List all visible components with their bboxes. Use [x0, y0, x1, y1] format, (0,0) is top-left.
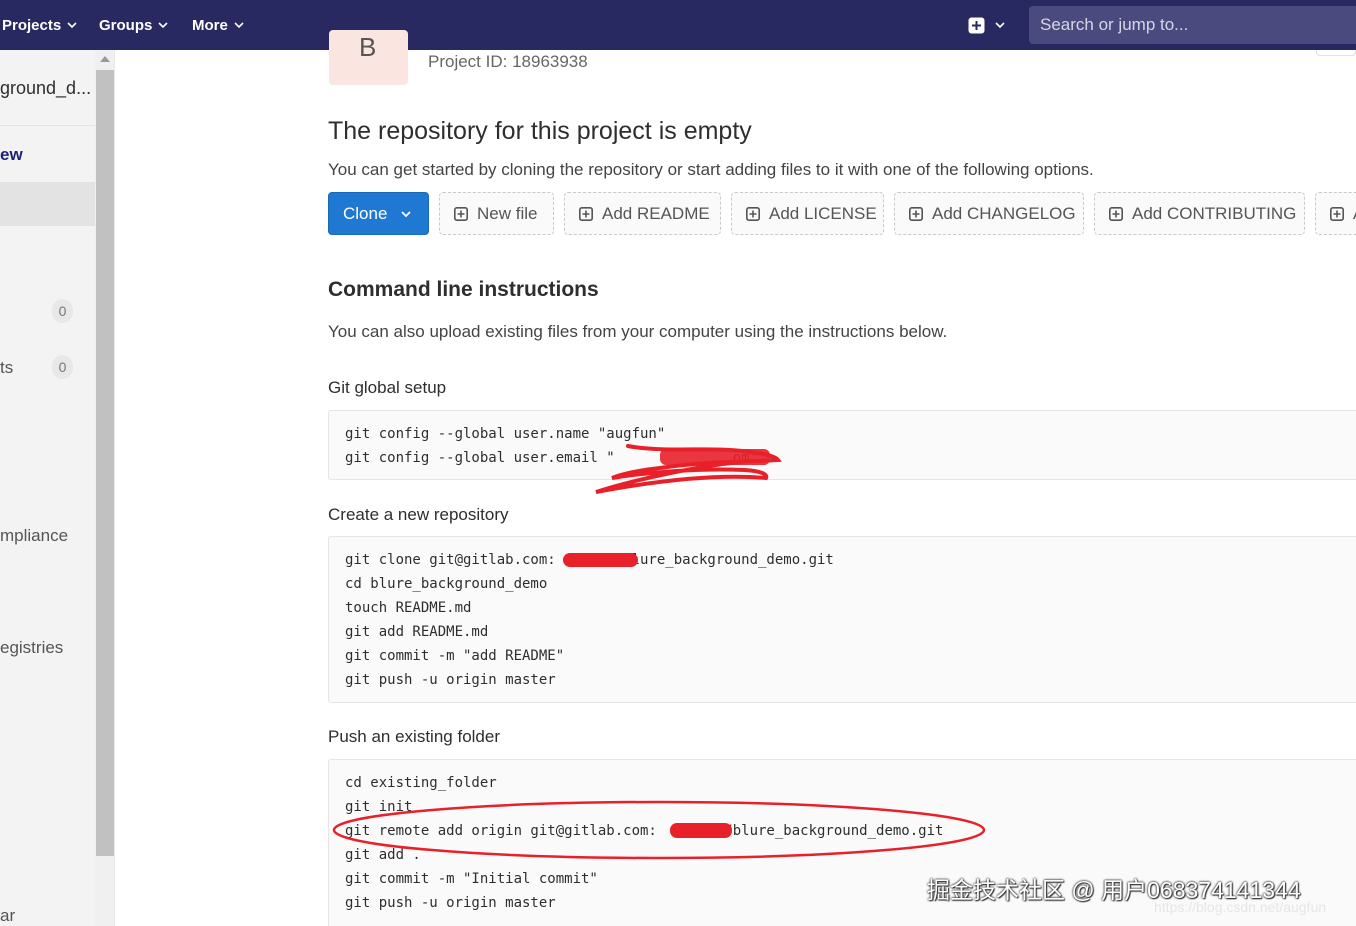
search-input[interactable] — [1029, 6, 1356, 44]
sidebar-collapse-toggle[interactable]: ar — [0, 906, 15, 926]
sidebar-item-registries[interactable]: egistries — [0, 638, 63, 658]
push-existing-title: Push an existing folder — [328, 727, 500, 747]
code-line: git config --global user.name "augfun" — [345, 426, 666, 442]
code-line: git remote add origin git@gitlab.com: u/… — [345, 823, 944, 839]
header-action-button[interactable] — [1316, 50, 1356, 56]
create-repo-title: Create a new repository — [328, 505, 508, 525]
watermark-url: https://blog.csdn.net/augfun — [1154, 899, 1327, 915]
top-navbar: Projects Groups More — [0, 0, 1356, 50]
code-line: git add README.md — [345, 624, 489, 640]
empty-repo-subtitle: You can get started by cloning the repos… — [328, 160, 1094, 179]
plus-square-icon — [909, 206, 923, 221]
plus-square-icon — [746, 206, 760, 221]
add-contributing-label: Add CONTRIBUTING — [1132, 203, 1297, 223]
nav-groups-label: Groups — [99, 16, 153, 34]
code-line: git config --global user.email " om" — [345, 450, 759, 466]
add-more-button[interactable]: A — [1315, 192, 1356, 235]
add-changelog-button[interactable]: Add CHANGELOG — [894, 192, 1084, 235]
nav-more-dropdown[interactable]: More — [192, 0, 244, 50]
clone-button[interactable]: Clone — [328, 192, 429, 235]
project-avatar-letter: B — [359, 32, 377, 62]
git-global-setup-code[interactable]: git config --global user.name "augfun" gi… — [328, 410, 1356, 480]
code-line: git push -u origin master — [345, 672, 556, 688]
scroll-up-arrow-icon[interactable] — [100, 56, 110, 62]
plus-square-icon — [968, 17, 985, 33]
code-line: git clone git@gitlab.com: /blure_backgro… — [345, 552, 834, 568]
scrollbar-thumb[interactable] — [96, 70, 114, 856]
plus-square-icon — [579, 206, 593, 221]
empty-repo-title: The repository for this project is empty — [328, 117, 752, 145]
code-line: git add . — [345, 847, 421, 863]
create-repo-code[interactable]: git clone git@gitlab.com: /blure_backgro… — [328, 536, 1356, 703]
chevron-down-icon — [234, 22, 244, 29]
nav-groups-dropdown[interactable]: Groups — [99, 0, 168, 50]
chevron-down-icon — [995, 22, 1005, 29]
project-sidebar: ground_d... ew 0 ts 0 mpliance egistries… — [0, 50, 95, 926]
new-file-button[interactable]: New file — [439, 192, 554, 235]
sidebar-scrollbar[interactable] — [95, 50, 115, 926]
push-existing-label: Push an existing folder — [328, 727, 500, 746]
add-license-button[interactable]: Add LICENSE — [731, 192, 884, 235]
create-repo-label: Create a new repository — [328, 505, 509, 524]
code-line: cd existing_folder — [345, 775, 497, 791]
clone-button-label: Clone — [343, 203, 388, 223]
sidebar-item-active[interactable] — [0, 182, 95, 226]
add-contributing-button[interactable]: Add CONTRIBUTING — [1094, 192, 1305, 235]
nav-projects-label: Projects — [2, 16, 62, 34]
add-readme-label: Add README — [602, 203, 710, 223]
sidebar-item-count-badge: 0 — [52, 299, 73, 323]
sidebar-item-overview[interactable]: ew — [0, 145, 23, 165]
plus-square-icon — [1109, 206, 1123, 221]
add-changelog-label: Add CHANGELOG — [932, 203, 1076, 223]
code-line: git init — [345, 799, 413, 815]
plus-square-icon — [1330, 206, 1344, 221]
chevron-down-icon — [401, 210, 412, 217]
project-avatar: B — [329, 30, 408, 85]
nav-projects-dropdown[interactable]: Projects — [2, 0, 77, 50]
sidebar-item-compliance[interactable]: mpliance — [0, 526, 68, 546]
sidebar-item-label[interactable]: ts — [0, 358, 13, 378]
chevron-down-icon — [67, 22, 77, 29]
new-dropdown-button[interactable] — [968, 14, 1005, 36]
code-line: touch README.md — [345, 600, 472, 616]
chevron-down-icon — [158, 22, 168, 29]
sidebar-project-name[interactable]: ground_d... — [0, 78, 91, 99]
cli-subtitle: You can also upload existing files from … — [328, 322, 948, 341]
plus-square-icon — [454, 206, 468, 221]
nav-more-label: More — [192, 16, 228, 34]
add-readme-button[interactable]: Add README — [564, 192, 721, 235]
cli-title: Command line instructions — [328, 278, 599, 301]
sidebar-item-count-badge: 0 — [52, 355, 73, 379]
project-id: Project ID: 18963938 — [428, 52, 588, 71]
git-global-setup-title: Git global setup — [328, 378, 446, 398]
code-line: cd blure_background_demo — [345, 576, 548, 592]
add-license-label: Add LICENSE — [769, 203, 877, 223]
sidebar-divider — [0, 125, 95, 126]
git-global-setup-label: Git global setup — [328, 378, 447, 397]
new-file-label: New file — [477, 203, 538, 223]
code-line: git commit -m "add README" — [345, 648, 565, 664]
